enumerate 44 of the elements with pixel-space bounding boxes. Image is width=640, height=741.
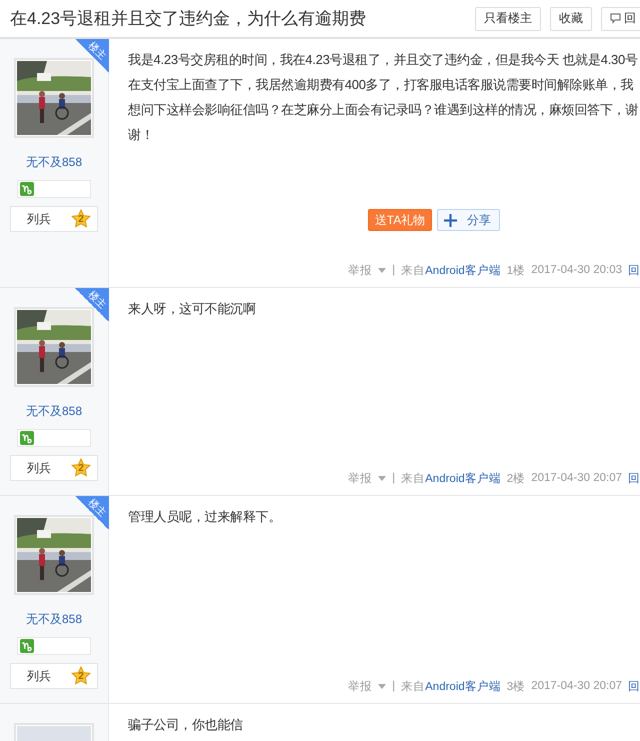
separator: | bbox=[392, 472, 396, 484]
op-badge: 楼主 bbox=[75, 288, 109, 322]
rank-label: 列兵 bbox=[27, 460, 51, 476]
share-button[interactable]: 分享 bbox=[437, 209, 500, 231]
rank-label: 列兵 bbox=[27, 668, 51, 684]
author-name[interactable]: 无不及858 bbox=[26, 403, 82, 420]
author-name[interactable]: 无不及858 bbox=[26, 154, 82, 171]
post-text: 我是4.23号交房租的时间，我在4.23号退租了，并且交了违约金，但是我今天 也就是4.30号在支付宝上面查了下，我居然逾期费有400多了，打客服电话客服说需要时间解除账单，我想问下这样会影响征信吗？在芝麻分上面会有记录吗？谁遇到这样的情况，麻烦回答下，谢谢！ bbox=[128, 51, 639, 144]
floor-number: 1楼 bbox=[506, 264, 526, 278]
level-star-icon: 2 bbox=[71, 458, 91, 478]
reply-button[interactable]: 回 bbox=[601, 6, 640, 30]
source-label: 来自 bbox=[401, 472, 426, 484]
caret-icon[interactable] bbox=[378, 268, 386, 272]
caret-icon[interactable] bbox=[378, 684, 386, 688]
level-star-icon: 2 bbox=[71, 666, 91, 686]
caret-icon[interactable] bbox=[378, 476, 386, 480]
author-name[interactable]: 无不及858 bbox=[26, 611, 82, 628]
post-text: 骗子公司，你也能信 bbox=[128, 716, 244, 734]
client-link[interactable]: Android客户端 bbox=[425, 264, 501, 276]
reply-link[interactable]: 回 bbox=[628, 678, 640, 694]
rank-label: 列兵 bbox=[27, 210, 51, 228]
client-link[interactable]: Android客户端 bbox=[425, 472, 501, 484]
header-button[interactable]: 收藏 bbox=[550, 6, 592, 30]
level-star-icon: 2 bbox=[71, 209, 91, 229]
op-badge: 楼主 bbox=[75, 496, 109, 530]
post-time: 2017-04-30 20:07 bbox=[531, 472, 622, 484]
source-label: 来自 bbox=[401, 680, 426, 692]
separator: | bbox=[392, 264, 396, 276]
reply-link[interactable]: 回 bbox=[628, 262, 640, 278]
reply-link[interactable]: 回 bbox=[628, 470, 640, 486]
client-link[interactable]: Android客户端 bbox=[425, 680, 501, 692]
post-time: 2017-04-30 20:07 bbox=[531, 680, 622, 692]
floor-number: 2楼 bbox=[506, 472, 526, 486]
separator: | bbox=[392, 680, 396, 692]
thread-title: 在4.23号退租并且交了违约金，为什么有逾期费 bbox=[10, 8, 368, 30]
plus-icon bbox=[444, 214, 458, 226]
op-badge: 楼主 bbox=[75, 39, 109, 73]
post-text: 来人呀，这可不能沉啊 bbox=[128, 300, 256, 318]
floor-number: 3楼 bbox=[506, 680, 526, 694]
header-button[interactable]: 只看楼主 bbox=[475, 6, 541, 30]
post-text: 管理人员呢，过来解释下。 bbox=[128, 508, 282, 526]
source-label: 来自 bbox=[401, 264, 426, 276]
post-time: 2017-04-30 20:03 bbox=[531, 264, 622, 276]
comment-icon bbox=[610, 13, 621, 24]
